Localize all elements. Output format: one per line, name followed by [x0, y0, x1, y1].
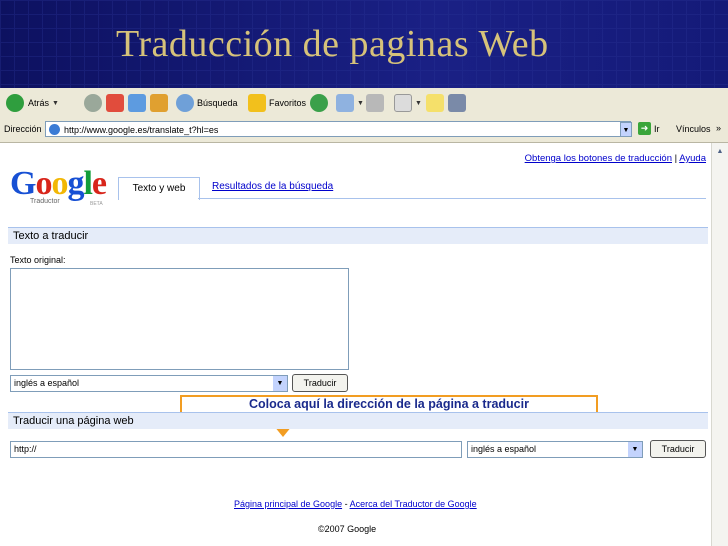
google-home-link[interactable]: Página principal de Google	[234, 499, 342, 509]
logo-subtitle: Traductor	[30, 198, 60, 205]
stop-icon	[106, 94, 124, 112]
address-dropdown-button[interactable]: ▼	[620, 122, 632, 137]
web-url-input[interactable]: http://	[10, 441, 462, 458]
web-language-select[interactable]: inglés a español ▼	[467, 441, 643, 458]
source-text-label: Texto original:	[10, 255, 66, 265]
home-icon	[150, 94, 168, 112]
about-translator-link[interactable]: Acerca del Traductor de Google	[350, 499, 477, 509]
refresh-icon	[128, 94, 146, 112]
search-button[interactable]: Búsqueda	[176, 92, 238, 114]
footer-separator: -	[342, 499, 350, 509]
print-button[interactable]	[366, 92, 384, 114]
browser-page: Obtenga los botones de traducción | Ayud…	[0, 143, 728, 546]
history-icon	[310, 94, 328, 112]
address-label: Dirección	[4, 124, 42, 134]
edit-button[interactable]: ▼	[394, 92, 422, 114]
copyright-text: ©2007 Google	[318, 524, 377, 534]
help-link[interactable]: Ayuda	[679, 153, 706, 164]
note-icon	[426, 94, 444, 112]
translate-web-button[interactable]: Traducir	[650, 440, 706, 458]
slide-header: Traducción de paginas Web	[0, 0, 728, 88]
star-icon	[248, 94, 266, 112]
search-icon	[176, 94, 194, 112]
back-label: Atrás	[28, 98, 50, 108]
document-icon	[394, 94, 412, 112]
beta-badge: BETA	[90, 201, 103, 207]
slide-title: Traducción de paginas Web	[116, 23, 549, 65]
web-language-value: inglés a español	[471, 444, 537, 454]
favorites-label: Favoritos	[269, 98, 307, 108]
chevron-down-icon: ▼	[273, 376, 287, 391]
chevron-down-icon: ▼	[52, 99, 59, 107]
source-text-area[interactable]	[10, 268, 349, 370]
ie-page-icon	[49, 124, 60, 135]
messenger-button[interactable]	[448, 92, 466, 114]
search-label: Búsqueda	[197, 98, 238, 108]
go-button[interactable]: ➜ Ir	[638, 122, 660, 135]
stop-button[interactable]	[106, 92, 124, 114]
text-language-select[interactable]: inglés a español ▼	[10, 375, 288, 392]
translate-text-button[interactable]: Traducir	[292, 374, 348, 392]
text-section-header: Texto a traducir	[8, 227, 708, 244]
forward-arrow-icon	[84, 94, 102, 112]
vertical-scrollbar[interactable]: ▲	[711, 143, 728, 546]
text-language-value: inglés a español	[14, 378, 80, 388]
printer-icon	[366, 94, 384, 112]
back-button[interactable]: Atrás ▼	[6, 92, 59, 114]
mail-icon	[336, 94, 354, 112]
favorites-button[interactable]: Favoritos	[248, 92, 306, 114]
mail-button[interactable]: ▼	[336, 92, 364, 114]
messenger-icon	[448, 94, 466, 112]
refresh-button[interactable]	[128, 92, 146, 114]
browser-toolbar: Atrás ▼ ▼ Búsqueda Favoritos ▼ ▼	[0, 88, 728, 119]
links-label[interactable]: Vínculos	[676, 124, 711, 134]
address-bar: Dirección http://www.google.es/translate…	[0, 118, 728, 143]
get-buttons-link[interactable]: Obtenga los botones de traducción	[525, 153, 672, 164]
chevron-down-icon: ▼	[628, 442, 642, 457]
notes-button[interactable]	[426, 92, 444, 114]
chevron-down-icon: ▼	[415, 99, 422, 107]
tab-text-and-web[interactable]: Texto y web	[118, 177, 200, 200]
footer-links: Página principal de Google - Acerca del …	[234, 499, 477, 509]
tab-search-results[interactable]: Resultados de la búsqueda	[212, 181, 333, 192]
tab-divider	[198, 198, 706, 199]
go-label: Ir	[654, 123, 660, 134]
chevron-right-icon[interactable]: »	[716, 123, 721, 133]
address-url: http://www.google.es/translate_t?hl=es	[64, 125, 219, 135]
history-button[interactable]	[310, 92, 328, 114]
chevron-down-icon: ▼	[357, 99, 364, 107]
scroll-up-icon[interactable]: ▲	[714, 145, 726, 159]
back-arrow-icon	[6, 94, 24, 112]
web-section-header: Traducir una página web	[8, 412, 708, 429]
go-arrow-icon: ➜	[638, 122, 651, 135]
address-input[interactable]: http://www.google.es/translate_t?hl=es	[45, 121, 631, 137]
top-links: Obtenga los botones de traducción | Ayud…	[525, 153, 706, 164]
home-button[interactable]	[150, 92, 168, 114]
